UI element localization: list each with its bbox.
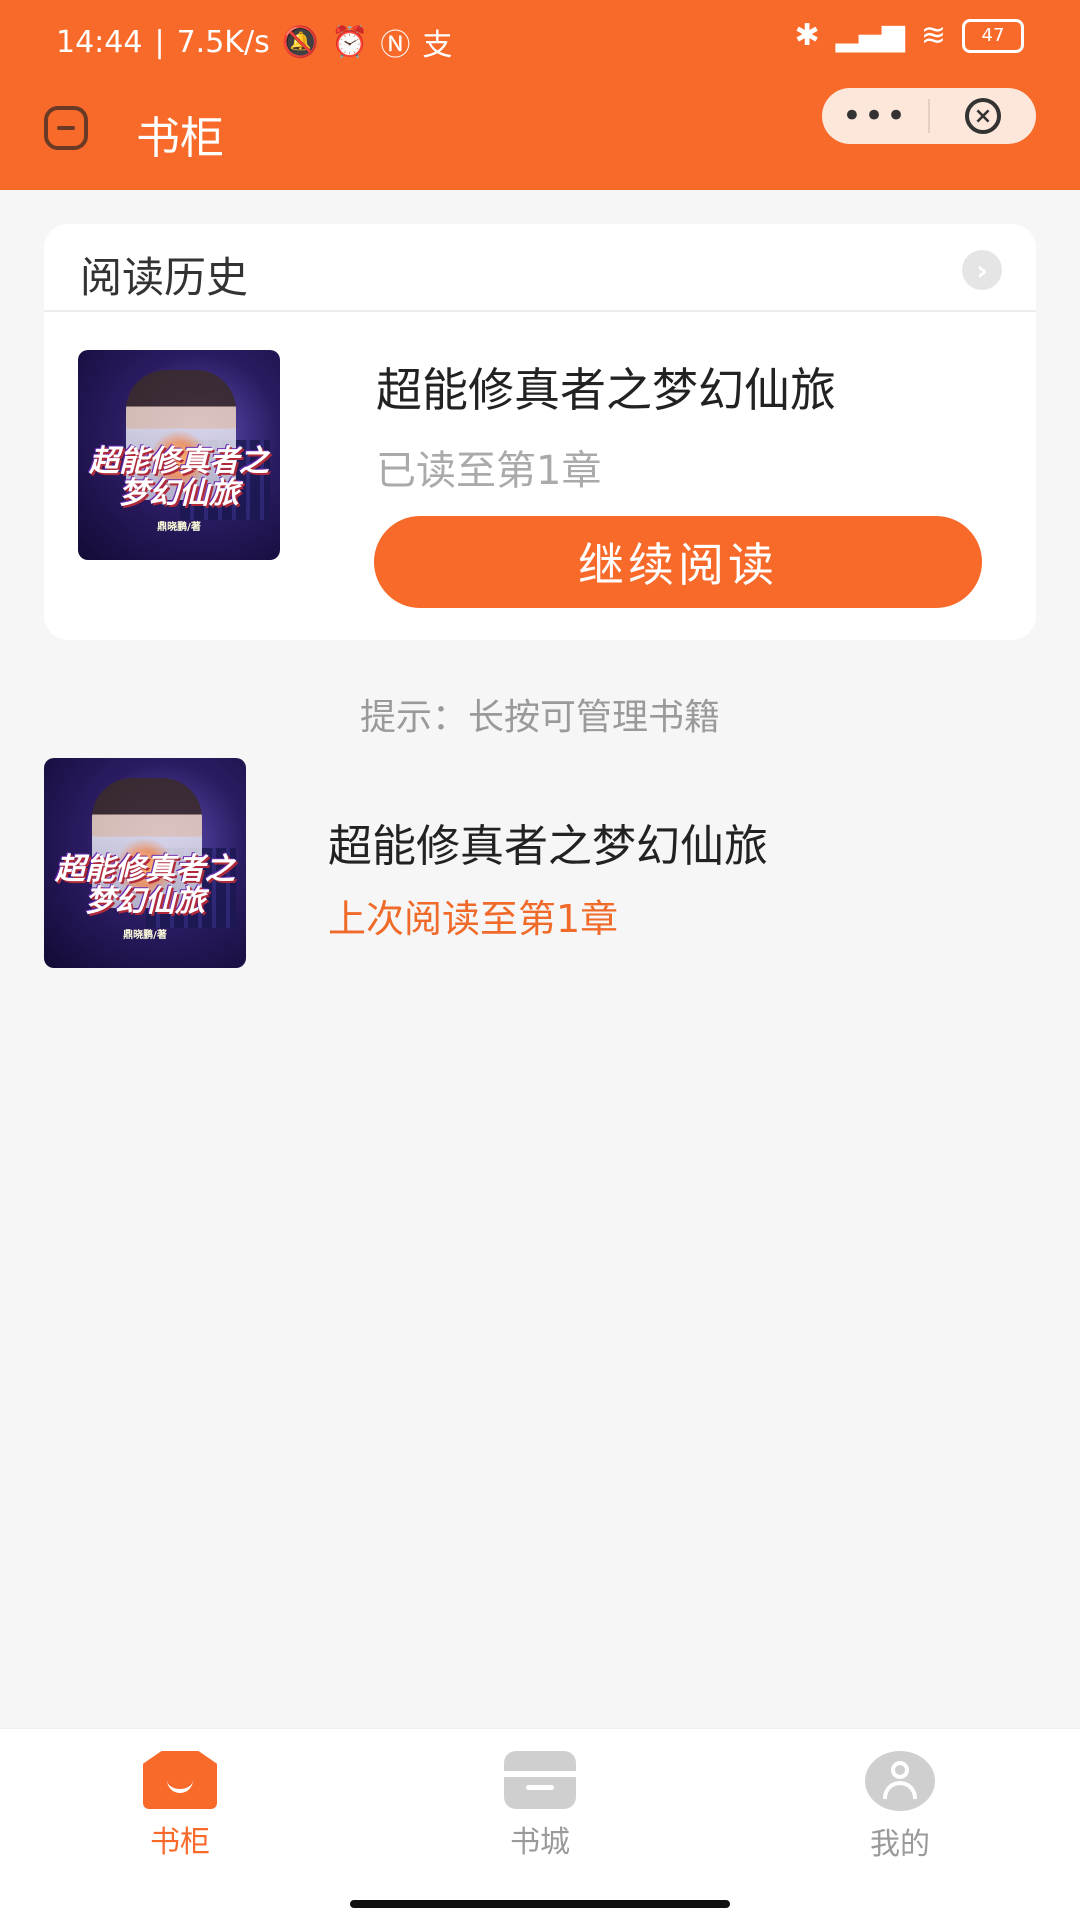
close-button[interactable]: ×: [930, 88, 1036, 144]
signal-icon: ▂▄▆: [835, 18, 905, 53]
cover-title-art: 超能修真者之梦幻仙旅 鼎晓鹏/著: [44, 854, 246, 952]
reading-history-title: 阅读历史: [80, 253, 249, 302]
tab-label: 我的: [870, 1827, 930, 1862]
cover-title-text: 超能修真者之梦幻仙旅: [55, 852, 235, 919]
miniprogram-capsule: ••• ×: [822, 88, 1036, 144]
status-left: 14:44 | 7.5K/s 🔕 ⏰ Ⓝ 支: [56, 20, 452, 64]
tab-bookstore[interactable]: 书城: [440, 1751, 640, 1861]
reading-history-header[interactable]: 阅读历史 ›: [44, 224, 1036, 312]
book-cover[interactable]: 超能修真者之梦幻仙旅 鼎晓鹏/著: [44, 758, 246, 968]
shelf-book-progress: 上次阅读至第1章: [328, 897, 619, 941]
shelf-book-item[interactable]: 超能修真者之梦幻仙旅 鼎晓鹏/著 超能修真者之梦幻仙旅 上次阅读至第1章: [44, 758, 1036, 1016]
shelf-book-title: 超能修真者之梦幻仙旅: [328, 821, 768, 872]
tab-bar: 书柜 书城 我的: [0, 1728, 1080, 1921]
reading-history-card: 阅读历史 › 超能修真者之梦幻仙旅 鼎晓鹏/著 超能修真者之梦幻仙旅 已读至第1…: [44, 224, 1036, 640]
manage-tip: 提示：长按可管理书籍: [359, 697, 720, 738]
bluetooth-icon: ✱: [794, 18, 820, 53]
chevron-right-icon[interactable]: ›: [962, 250, 1002, 290]
home-indicator[interactable]: [350, 1900, 730, 1908]
status-separator: |: [154, 24, 165, 60]
cover-title-text: 超能修真者之梦幻仙旅: [89, 444, 269, 511]
shelf-icon: [143, 1751, 217, 1809]
history-book-title: 超能修真者之梦幻仙旅: [376, 363, 836, 417]
wifi-icon: ≋: [920, 18, 946, 53]
history-book-info: 超能修真者之梦幻仙旅 已读至第1章: [376, 354, 836, 496]
cover-author: 鼎晓鹏/著: [123, 930, 167, 941]
nav-bar: 书柜 ••• ×: [0, 82, 1080, 190]
book-cover[interactable]: 超能修真者之梦幻仙旅 鼎晓鹏/著: [78, 350, 280, 560]
chevron-glyph: ›: [976, 253, 988, 287]
tab-label: 书城: [510, 1825, 570, 1860]
continue-reading-button[interactable]: 继续阅读: [374, 516, 982, 608]
cover-author: 鼎晓鹏/著: [157, 522, 201, 533]
more-icon: •••: [841, 96, 909, 136]
more-button[interactable]: •••: [822, 88, 928, 144]
alarm-icon: ⏰: [331, 24, 369, 60]
home-icon[interactable]: [44, 106, 88, 150]
me-icon: [865, 1751, 935, 1811]
store-icon: [500, 1751, 580, 1809]
status-bar: 14:44 | 7.5K/s 🔕 ⏰ Ⓝ 支 ✱ ▂▄▆ ≋ 47: [0, 0, 1080, 82]
tab-label: 书柜: [150, 1825, 210, 1860]
alipay-icon: 支: [422, 28, 453, 63]
nfc-icon: Ⓝ: [380, 28, 411, 63]
mute-bell-icon: 🔕: [281, 24, 320, 60]
battery-level: 47: [981, 25, 1005, 46]
tab-bookshelf[interactable]: 书柜: [80, 1751, 280, 1861]
tab-mine[interactable]: 我的: [800, 1751, 1000, 1863]
header: 14:44 | 7.5K/s 🔕 ⏰ Ⓝ 支 ✱ ▂▄▆ ≋ 47 书柜 •••: [0, 0, 1080, 190]
battery-icon: 47: [962, 18, 1024, 53]
history-book-progress: 已读至第1章: [376, 448, 602, 494]
close-glyph: ×: [973, 103, 993, 129]
close-icon: ×: [965, 98, 1001, 134]
cover-title-art: 超能修真者之梦幻仙旅 鼎晓鹏/著: [78, 446, 280, 544]
status-time: 14:44: [56, 24, 143, 60]
status-right: ✱ ▂▄▆ ≋ 47: [794, 18, 1024, 53]
status-speed: 7.5K/s: [176, 24, 270, 60]
page-title: 书柜: [136, 113, 224, 164]
